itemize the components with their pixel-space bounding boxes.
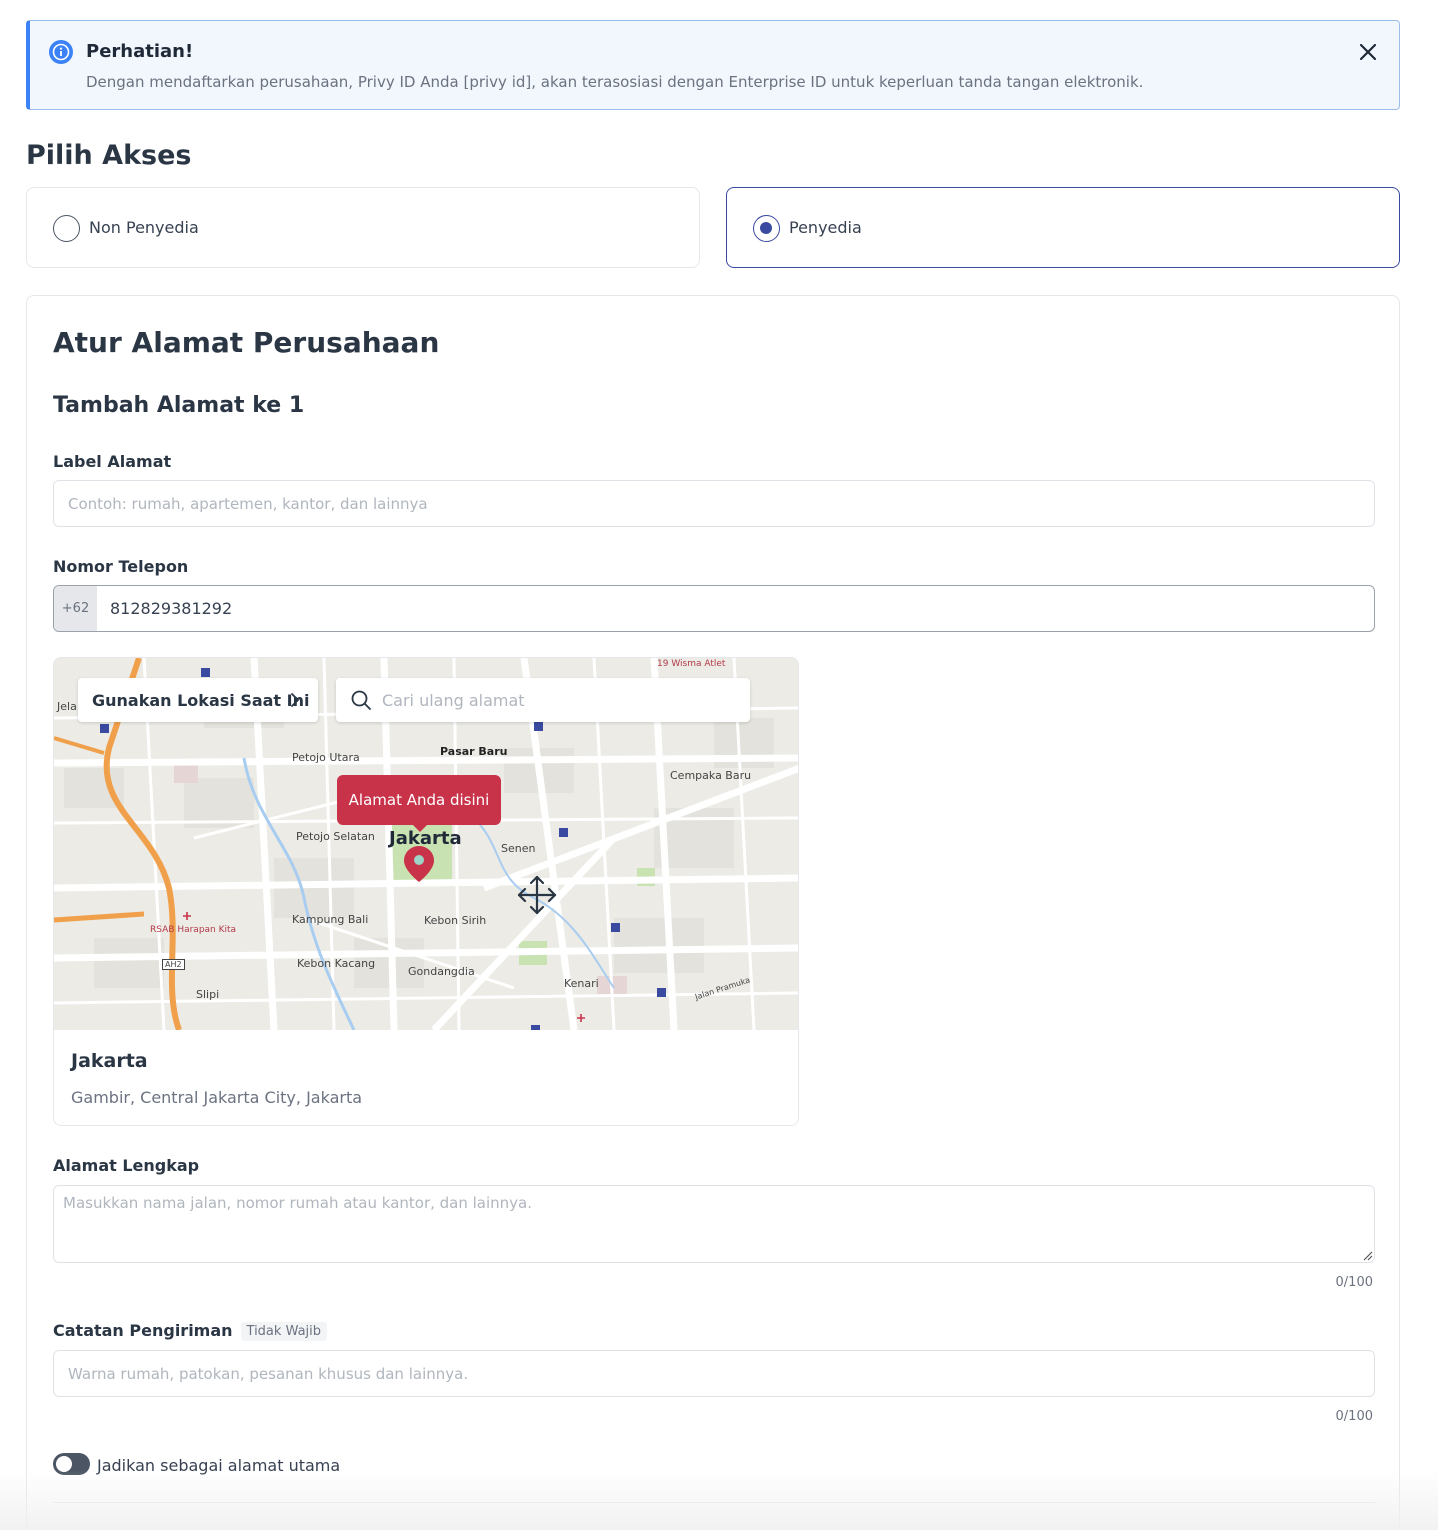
close-icon[interactable] — [1355, 39, 1381, 65]
radio-checked-icon[interactable] — [753, 215, 780, 242]
map-label: Pasar Baru — [440, 745, 508, 758]
chevron-right-icon — [291, 693, 300, 707]
pin-tooltip: Alamat Anda disini — [337, 775, 501, 832]
primary-address-toggle[interactable] — [53, 1453, 90, 1475]
radio-unchecked-icon[interactable] — [53, 215, 80, 242]
map-label: Slipi — [196, 988, 220, 1001]
alert-title: Perhatian! — [86, 41, 194, 62]
access-option-non-penyedia[interactable]: Non Penyedia — [26, 187, 700, 268]
search-icon — [351, 690, 371, 710]
address-panel: Atur Alamat Perusahaan Tambah Alamat ke … — [26, 295, 1400, 1530]
delivery-note-counter: 0/100 — [1335, 1409, 1373, 1424]
resize-grip-icon[interactable] — [1361, 1249, 1373, 1261]
full-address-counter: 0/100 — [1335, 1275, 1373, 1290]
alert-message: Dengan mendaftarkan perusahaan, Privy ID… — [86, 73, 1144, 91]
access-option-label: Non Penyedia — [89, 218, 199, 237]
address-subtitle: Tambah Alamat ke 1 — [53, 393, 305, 418]
move-icon[interactable] — [516, 874, 558, 916]
location-name: Jakarta — [71, 1050, 148, 1072]
map-label: Kebon Sirih — [424, 914, 487, 927]
map-label: Kebon Kacang — [297, 957, 376, 970]
phone-label: Nomor Telepon — [53, 557, 189, 576]
map-label: Jela — [57, 700, 77, 713]
map-label: Gondangdia — [408, 965, 475, 978]
map-label: Senen — [501, 842, 536, 855]
use-current-location-button[interactable]: Gunakan Lokasi Saat Ini — [78, 678, 318, 722]
map-label: 19 Wisma Atlet — [657, 659, 726, 669]
toggle-knob — [56, 1456, 72, 1472]
location-address: Gambir, Central Jakarta City, Jakarta — [71, 1088, 363, 1107]
map-label: AH2 — [162, 959, 185, 970]
map-search-input[interactable] — [382, 678, 742, 722]
primary-address-label: Jadikan sebagai alamat utama — [97, 1456, 341, 1475]
access-heading: Pilih Akses — [26, 140, 192, 171]
optional-badge: Tidak Wajib — [240, 1322, 328, 1341]
map-card: Jela Petojo Utara Pasar Baru Cempaka Bar… — [53, 657, 799, 1126]
map-label: Petojo Utara — [292, 751, 360, 764]
map-label: Kenari — [564, 977, 599, 990]
attention-alert: Perhatian! Dengan mendaftarkan perusahaa… — [26, 20, 1400, 110]
map-label: RSAB Harapan Kita — [150, 925, 237, 935]
delivery-note-label-text: Catatan Pengiriman — [53, 1321, 233, 1340]
full-address-label: Alamat Lengkap — [53, 1156, 200, 1175]
map-label: Petojo Selatan — [296, 830, 375, 843]
location-pin-icon[interactable] — [403, 845, 435, 883]
label-address-label: Label Alamat — [53, 452, 172, 471]
address-label-input[interactable] — [53, 480, 1375, 527]
map-search-box[interactable] — [336, 678, 750, 722]
divider — [53, 1502, 1375, 1503]
access-option-penyedia[interactable]: Penyedia — [726, 187, 1400, 268]
radio-dot — [760, 222, 772, 234]
delivery-note-input[interactable] — [53, 1350, 1375, 1397]
delivery-note-label: Catatan Pengiriman Tidak Wajib — [53, 1321, 328, 1341]
phone-prefix: +62 — [54, 586, 97, 631]
full-address-textarea[interactable] — [53, 1185, 1375, 1263]
access-option-label: Penyedia — [789, 218, 862, 237]
map-label: Kampung Bali — [292, 913, 369, 926]
phone-input[interactable] — [97, 586, 1374, 631]
use-current-location-label: Gunakan Lokasi Saat Ini — [92, 691, 310, 710]
info-icon — [49, 40, 73, 64]
phone-field[interactable]: +62 — [53, 585, 1375, 632]
address-title: Atur Alamat Perusahaan — [53, 326, 440, 359]
map-view[interactable]: Jela Petojo Utara Pasar Baru Cempaka Bar… — [54, 658, 798, 1030]
map-label: Cempaka Baru — [670, 769, 752, 782]
